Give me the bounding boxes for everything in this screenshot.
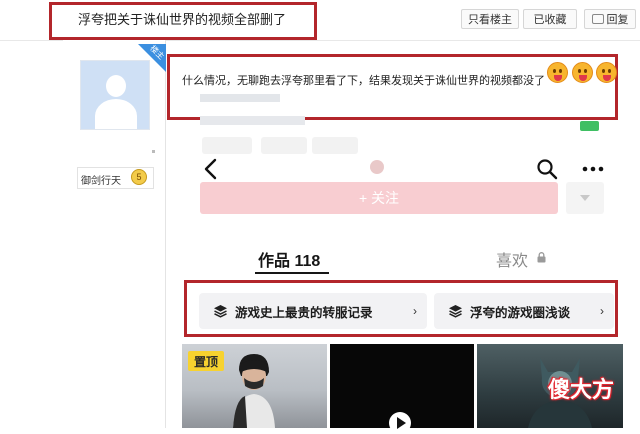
collection-card[interactable]: 浮夸的游戏圈浅谈 › [434, 293, 614, 329]
avatar-head [106, 75, 126, 97]
tag-chip [202, 137, 252, 154]
follow-dropdown-button[interactable] [566, 182, 604, 214]
lock-icon [537, 252, 546, 263]
back-arrow-icon[interactable] [203, 158, 219, 180]
profile-mini-avatar [370, 160, 384, 174]
person-figure [233, 354, 275, 428]
search-icon[interactable] [536, 158, 558, 180]
yum-face-icon [596, 62, 617, 83]
collection-stack-icon [214, 305, 227, 318]
obscured-profile-info [200, 94, 400, 134]
chevron-down-icon [580, 195, 590, 201]
tab-works[interactable]: 作品 118 [258, 247, 320, 271]
collection-stack-icon [449, 305, 462, 318]
watermark: 傻大方 [548, 377, 615, 402]
reply-icon [591, 14, 604, 24]
more-options-icon[interactable] [581, 161, 605, 177]
reply-label: 回复 [606, 14, 629, 26]
username[interactable]: 御剑行天 [81, 172, 121, 187]
favorited-button[interactable]: 已收藏 [523, 9, 577, 29]
post-text: 什么情况，无聊跑去浮夸那里看了下，结果发现关于诛仙世界的视频都没了 [182, 75, 545, 87]
collection-card[interactable]: 游戏史上最贵的转服记录 › [199, 293, 427, 329]
play-icon[interactable] [389, 412, 411, 434]
status-indicator [580, 121, 599, 131]
chevron-right-icon: › [600, 304, 604, 318]
tag-chip [261, 137, 307, 154]
tag-chip [312, 137, 358, 154]
collection-label: 游戏史上最贵的转服记录 [235, 305, 373, 320]
pinned-badge: 置顶 [188, 351, 224, 371]
active-tab-underline [255, 272, 329, 274]
reply-button[interactable]: 回复 [584, 9, 636, 29]
collection-label: 浮夸的游戏圈浅谈 [470, 305, 571, 320]
avatar[interactable] [80, 60, 150, 130]
thread-title: 浮夸把关于诛仙世界的视频全部删了 [78, 12, 287, 27]
avatar-body [95, 99, 137, 129]
yum-face-icon [547, 62, 568, 83]
follow-button[interactable]: + 关注 [200, 182, 558, 214]
chevron-right-icon: › [413, 304, 417, 318]
yum-face-icon [572, 62, 593, 83]
level-badge: 5 [131, 169, 147, 185]
divider-dot [152, 150, 155, 153]
only-owner-button[interactable]: 只看楼主 [461, 9, 519, 29]
tab-likes[interactable]: 喜欢 [496, 247, 528, 271]
